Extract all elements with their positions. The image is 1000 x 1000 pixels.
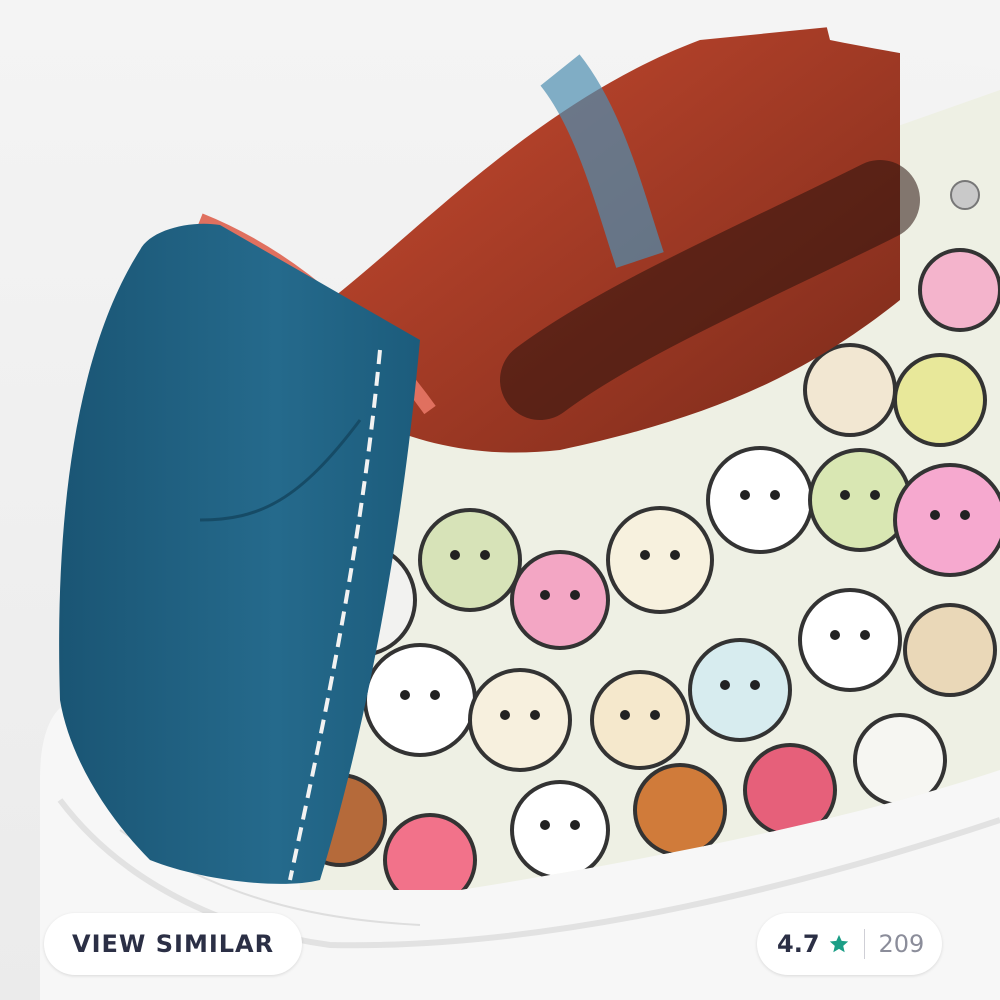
rating-divider	[863, 929, 865, 959]
view-similar-label: VIEW SIMILAR	[72, 930, 275, 958]
product-card[interactable]: VIEW SIMILAR 4.7 209	[0, 0, 1000, 1000]
rating-badge: 4.7 209	[757, 913, 943, 975]
product-image[interactable]	[0, 0, 1000, 1000]
rating-value: 4.7	[777, 930, 820, 958]
rating-count: 209	[878, 930, 925, 958]
view-similar-button[interactable]: VIEW SIMILAR	[44, 913, 303, 975]
star-icon	[828, 933, 850, 955]
